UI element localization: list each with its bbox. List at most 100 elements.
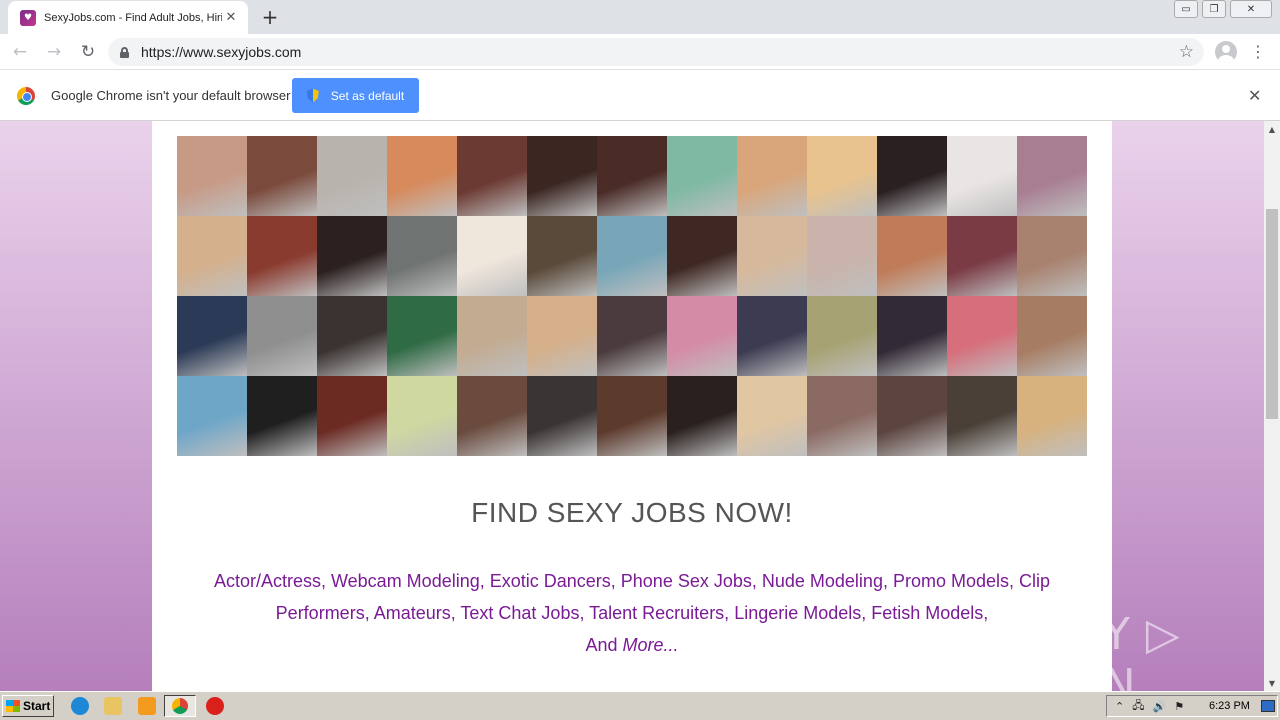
model-photo-tile[interactable] [247,136,317,216]
model-photo-tile[interactable] [1017,376,1087,456]
model-photo-tile[interactable] [177,216,247,296]
taskbar-clock[interactable]: 6:23 PM [1209,700,1250,712]
model-photo-tile[interactable] [737,216,807,296]
bookmark-star-icon[interactable]: ☆ [1179,42,1194,62]
model-photo-tile[interactable] [807,376,877,456]
model-photo-tile[interactable] [247,296,317,376]
model-photo-tile[interactable] [317,216,387,296]
model-photo-tile[interactable] [527,136,597,216]
tab-close-icon[interactable]: ✕ [222,9,240,27]
model-photo-tile[interactable] [947,376,1017,456]
model-photo-grid [177,136,1087,456]
model-photo-tile[interactable] [1017,296,1087,376]
model-photo-tile[interactable] [527,376,597,456]
stop-sign-icon[interactable] [206,697,224,715]
minimize-button[interactable]: ▭ [1174,0,1198,18]
model-photo-tile[interactable] [737,296,807,376]
model-photo-tile[interactable] [1017,136,1087,216]
model-photo-tile[interactable] [317,136,387,216]
model-photo-tile[interactable] [527,296,597,376]
model-photo-tile[interactable] [1017,216,1087,296]
reload-button[interactable]: ↻ [74,38,102,66]
scroll-thumb[interactable] [1266,209,1278,419]
chrome-logo-icon [17,86,35,105]
tab-strip: ♥ SexyJobs.com - Find Adult Jobs, Hiring… [0,0,1280,34]
model-photo-tile[interactable] [667,216,737,296]
job-categories: Actor/Actress, Webcam Modeling, Exotic D… [192,565,1072,661]
chrome-menu-icon[interactable]: ⋮ [1250,41,1266,63]
model-photo-tile[interactable] [387,216,457,296]
internet-explorer-icon[interactable] [71,697,89,715]
model-photo-tile[interactable] [877,216,947,296]
show-desktop-icon[interactable] [1261,700,1275,712]
model-photo-tile[interactable] [247,216,317,296]
model-photo-tile[interactable] [457,136,527,216]
volume-icon[interactable]: 🔊 [1152,700,1166,713]
back-button[interactable]: ← [6,38,34,66]
vertical-scrollbar[interactable]: ▲ ▼ [1264,121,1280,691]
model-photo-tile[interactable] [247,376,317,456]
model-photo-tile[interactable] [737,376,807,456]
media-player-icon[interactable] [138,697,156,715]
forward-button[interactable]: → [40,38,68,66]
model-photo-tile[interactable] [457,216,527,296]
infobar-close-icon[interactable]: ✕ [1248,86,1261,105]
infobar-message: Google Chrome isn't your default browser [51,88,291,103]
model-photo-tile[interactable] [667,296,737,376]
model-photo-tile[interactable] [387,296,457,376]
model-photo-tile[interactable] [457,376,527,456]
model-photo-tile[interactable] [597,216,667,296]
set-as-default-button[interactable]: Set as default [292,78,419,113]
start-button[interactable]: Start [2,695,54,717]
model-photo-tile[interactable] [807,216,877,296]
model-photo-tile[interactable] [177,296,247,376]
tray-expand-icon[interactable]: ⌃ [1115,700,1124,713]
active-tab[interactable]: ♥ SexyJobs.com - Find Adult Jobs, Hiring… [8,1,248,34]
model-photo-tile[interactable] [947,136,1017,216]
scroll-up-arrow-icon[interactable]: ▲ [1264,121,1280,137]
model-photo-tile[interactable] [597,376,667,456]
address-bar[interactable]: https://www.sexyjobs.com ☆ [108,38,1204,66]
model-photo-tile[interactable] [597,296,667,376]
and-label: And [585,635,618,655]
file-explorer-icon[interactable] [104,697,122,715]
page-headline: FIND SEXY JOBS NOW! [471,497,793,528]
close-window-button[interactable]: ✕ [1230,0,1272,18]
job-categories-list[interactable]: Actor/Actress, Webcam Modeling, Exotic D… [214,571,1050,623]
model-photo-tile[interactable] [737,136,807,216]
model-photo-tile[interactable] [807,136,877,216]
url-text[interactable]: https://www.sexyjobs.com [141,44,301,60]
model-photo-tile[interactable] [317,376,387,456]
model-photo-tile[interactable] [317,296,387,376]
system-tray: ⌃ 🖧 🔊 ⚑ 6:23 PM [1106,695,1278,717]
set-as-default-label: Set as default [330,88,405,103]
model-photo-tile[interactable] [807,296,877,376]
model-photo-tile[interactable] [667,376,737,456]
start-label: Start [23,699,51,713]
model-photo-tile[interactable] [947,216,1017,296]
model-photo-tile[interactable] [177,136,247,216]
chrome-taskbar-button[interactable] [164,695,196,717]
scroll-down-arrow-icon[interactable]: ▼ [1264,675,1280,691]
restore-button[interactable]: ❐ [1202,0,1226,18]
more-link[interactable]: More... [623,635,679,655]
page-viewport: FIND SEXY JOBS NOW! Actor/Actress, Webca… [0,121,1264,691]
model-photo-tile[interactable] [387,376,457,456]
model-photo-tile[interactable] [527,216,597,296]
site-favicon-icon: ♥ [20,9,36,26]
model-photo-tile[interactable] [877,296,947,376]
model-photo-tile[interactable] [387,136,457,216]
action-center-flag-icon[interactable]: ⚑ [1174,700,1184,713]
lock-icon[interactable] [120,46,129,58]
profile-avatar-icon[interactable] [1215,41,1237,63]
model-photo-tile[interactable] [877,376,947,456]
model-photo-tile[interactable] [597,136,667,216]
model-photo-tile[interactable] [457,296,527,376]
window-controls: ▭ ❐ ✕ [1174,0,1272,18]
model-photo-tile[interactable] [947,296,1017,376]
model-photo-tile[interactable] [667,136,737,216]
network-icon[interactable]: 🖧 [1132,697,1144,716]
model-photo-tile[interactable] [177,376,247,456]
new-tab-button[interactable]: + [258,5,282,29]
model-photo-tile[interactable] [877,136,947,216]
